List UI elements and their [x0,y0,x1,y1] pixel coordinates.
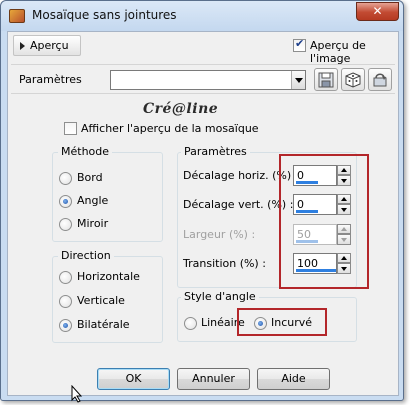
offset-vert-label: Décalage vert. (%) : [183,198,294,211]
show-image-checkbox[interactable] [293,37,306,52]
ok-button[interactable]: OK [97,368,170,390]
chevron-down-icon [295,78,303,83]
presets-combo[interactable] [110,70,306,90]
dice-icon [345,72,361,88]
presets-label: Paramètres [19,73,82,86]
corner-radio-lineaire[interactable] [184,317,197,330]
preview-toggle-button[interactable]: Aperçu [13,35,81,56]
reset-button[interactable] [368,68,392,91]
direction-label-horizontale: Horizontale [77,270,140,283]
title-bar[interactable]: Mosaïque sans jointures ✕ [1,1,403,31]
direction-label-verticale: Verticale [77,294,125,307]
method-label-bord: Bord [77,171,103,184]
dialog-window: Mosaïque sans jointures ✕ Aperçu Aperçu … [0,0,404,401]
width-label: Largeur (%) : [183,228,256,241]
transition-label: Transition (%) : [183,257,266,270]
window-title: Mosaïque sans jointures [32,8,177,22]
preview-toggle-label: Aperçu [30,39,69,52]
dialog-body: Aperçu Aperçu de l'image Paramètres [7,31,399,396]
method-radio-miroir[interactable] [59,218,72,231]
highlight-box-parameters [279,154,369,289]
method-title: Méthode [58,145,113,158]
method-group: Méthode Bord Angle Miroir [52,145,163,242]
preview-bar: Aperçu Aperçu de l'image [11,34,395,65]
app-icon [9,9,25,23]
watermark: Cré@line [143,101,219,117]
expand-arrow-icon [20,42,25,50]
highlight-box-incurve [237,308,327,336]
help-button[interactable]: Aide [257,368,330,390]
direction-title: Direction [58,249,114,262]
presets-row: Paramètres [11,64,395,94]
method-label-angle: Angle [77,194,109,207]
direction-radio-horizontale[interactable] [59,271,72,284]
show-image-label: Aperçu de l'image [310,39,366,65]
mosaic-preview-label: Afficher l'aperçu de la mosaïque [81,122,259,135]
corner-style-title: Style d'angle [181,290,259,303]
mosaic-preview-checkbox[interactable] [64,122,77,135]
method-radio-angle[interactable] [59,195,72,208]
cancel-button[interactable]: Annuler [177,368,250,390]
direction-group: Direction Horizontale Verticale Bilatéra… [52,249,163,343]
mouse-cursor-icon [71,385,83,403]
method-radio-bord[interactable] [59,172,72,185]
parameters-title: Paramètres [181,145,250,158]
direction-radio-bilaterale[interactable] [59,319,72,332]
combo-arrow[interactable] [291,71,305,89]
direction-label-bilaterale: Bilatérale [77,318,130,331]
close-button[interactable]: ✕ [356,2,399,21]
save-icon [318,72,334,88]
save-preset-button[interactable] [314,68,338,91]
reset-icon [373,73,387,87]
randomize-button[interactable] [341,68,365,91]
method-label-miroir: Miroir [77,217,109,230]
direction-radio-verticale[interactable] [59,295,72,308]
